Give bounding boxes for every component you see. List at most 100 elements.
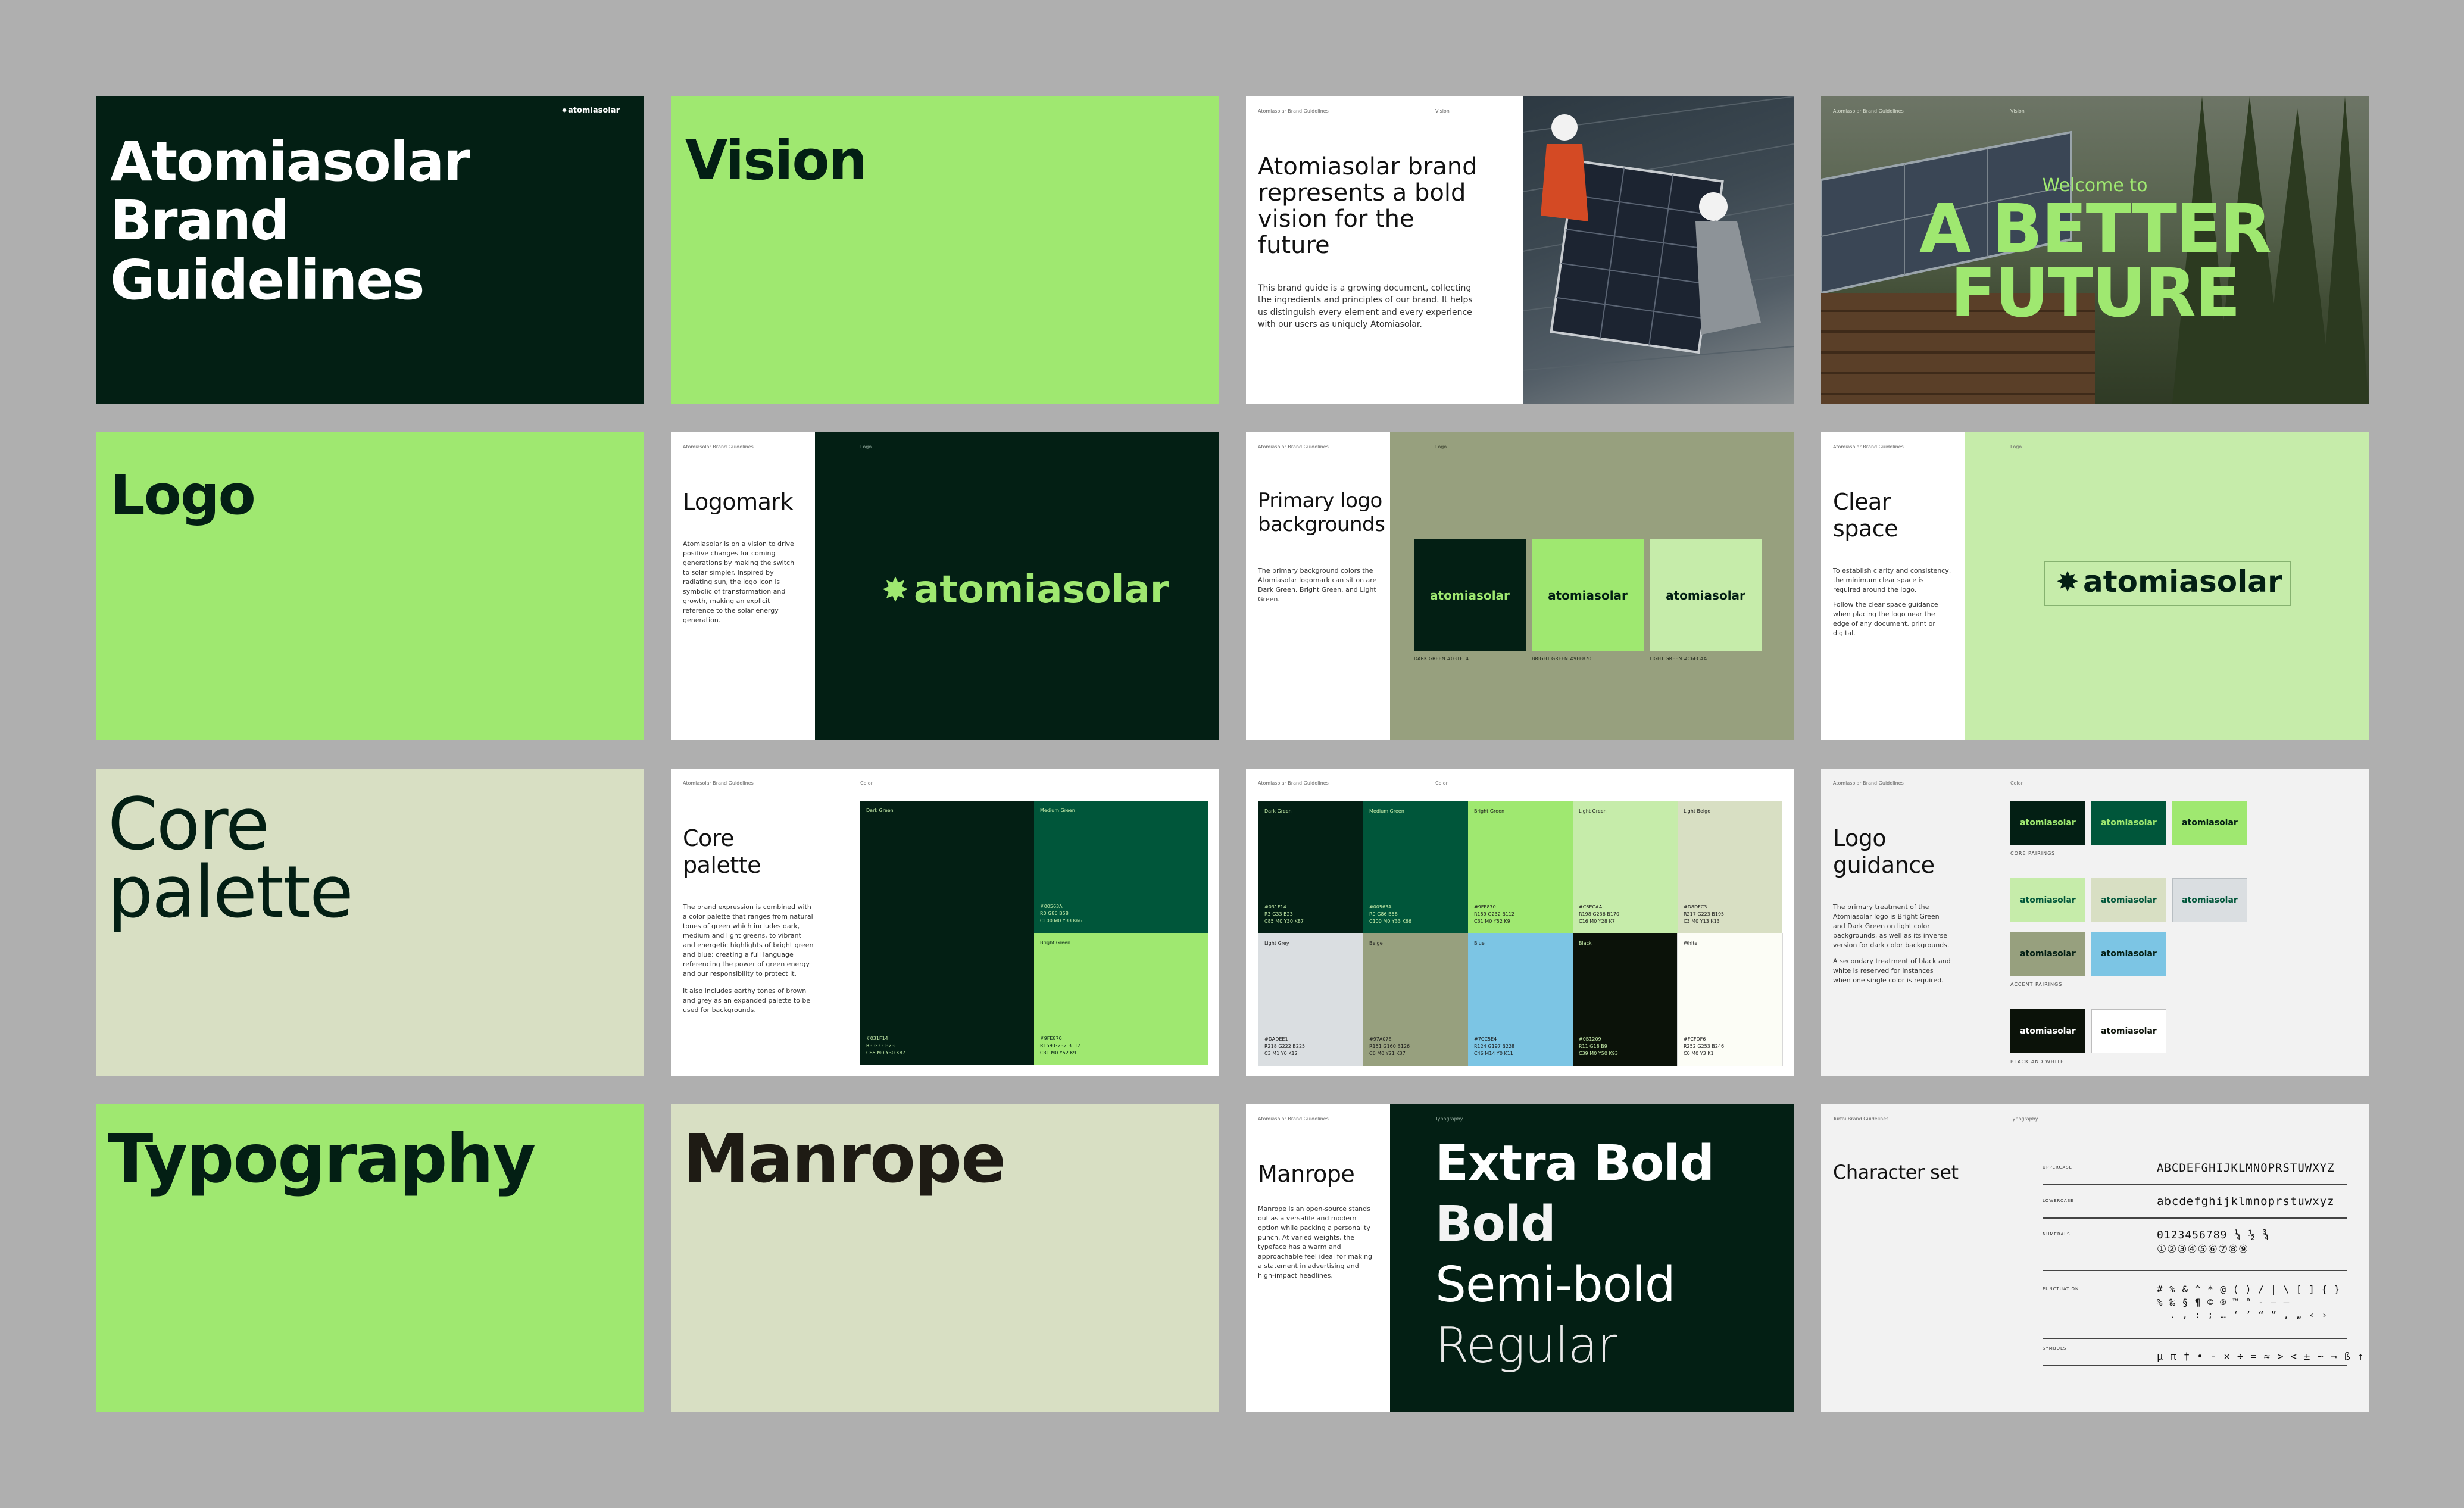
swatch-cmyk: C100 M0 Y33 K66 bbox=[1040, 918, 1082, 923]
cover-title: Atomiasolar Brand Guidelines bbox=[110, 130, 470, 312]
swatch-name: White bbox=[1684, 941, 1698, 946]
swatch-hex: #D8DFC3 bbox=[1684, 904, 1707, 910]
pill-text: atomiasolar bbox=[2182, 895, 2238, 905]
swatch-hex: #031F14 bbox=[866, 1036, 888, 1041]
cover-logo-text: atomiasolar bbox=[567, 106, 620, 115]
swatch-hex: #DADEE1 bbox=[1264, 1036, 1288, 1042]
swatch-name: Dark Green bbox=[1264, 808, 1292, 814]
clear-space-wordmark: atomiasolar bbox=[2083, 564, 2282, 599]
swatch-blue: Blue #7CC5E4 R124 G197 B228 C46 M14 Y0 K11 bbox=[1468, 933, 1573, 1066]
clear-space-heading: Clear space bbox=[1833, 489, 1898, 542]
charset-value: µ π † • - × ÷ = ≈ > < ± ~ ¬ ß ↑ → ↓ ← bbox=[2157, 1351, 2365, 1363]
slide-extended-palette[interactable]: Atomiasolar Brand Guidelines Color Dark … bbox=[1246, 769, 1794, 1076]
logo-guidance-body-2: A secondary treatment of black and white… bbox=[1833, 957, 1951, 984]
swatch-cmyk: C3 M1 Y0 K12 bbox=[1264, 1051, 1298, 1056]
palette-section-title: Core palette bbox=[108, 783, 354, 934]
swatch-name: Bright Green bbox=[1040, 940, 1071, 945]
card-logo-text: atomiasolar bbox=[1430, 588, 1510, 602]
swatch-name: Blue bbox=[1474, 941, 1485, 946]
swatch-cmyk: C31 M0 Y52 K9 bbox=[1040, 1050, 1076, 1056]
swatch-cmyk: C85 M0 Y30 K87 bbox=[1264, 919, 1304, 924]
slide-font-weights[interactable]: Atomiasolar Brand Guidelines Manrope Man… bbox=[1246, 1104, 1794, 1412]
font-heading: Manrope bbox=[1258, 1161, 1355, 1187]
swatch-name: Dark Green bbox=[866, 808, 894, 813]
logomark-wordmark: atomiasolar bbox=[914, 568, 1169, 612]
pill-text: atomiasolar bbox=[2101, 1026, 2157, 1036]
swatch-rgb: R124 G197 B228 bbox=[1474, 1044, 1515, 1049]
weight-regular: Regular bbox=[1435, 1317, 1617, 1374]
swatch-hex: #C6ECAA bbox=[1579, 904, 1603, 910]
slide-typography[interactable]: Typography bbox=[96, 1104, 644, 1412]
swatch-rgb: R0 G86 B58 bbox=[1040, 911, 1069, 916]
swatch-hex: #97A07E bbox=[1369, 1036, 1392, 1042]
slide-primary-logo-backgrounds[interactable]: Atomiasolar Brand Guidelines Primary log… bbox=[1246, 432, 1794, 740]
pairing-bright-on-dark: atomiasolar bbox=[2172, 801, 2247, 845]
swatch-bright-green: Bright Green #9FE870 R159 G232 B112 C31 M0… bbox=[1034, 933, 1208, 1065]
meta-right: Color bbox=[860, 780, 873, 786]
meta-left: Atomiasolar Brand Guidelines bbox=[1833, 108, 1904, 114]
swatch-light-beige: Light Beige #D8DFC3 R217 G223 B195 C3 M0 Y1… bbox=[1678, 801, 1782, 933]
pill-text: atomiasolar bbox=[2020, 1026, 2076, 1036]
slide-character-set[interactable]: Turtai Brand Guidelines Character set Ty… bbox=[1821, 1104, 2369, 1412]
sun-burst-icon: ✸ bbox=[2056, 566, 2079, 598]
core-palette-body-2: It also includes earthy tones of brown a… bbox=[683, 987, 811, 1014]
logo-card-bright: atomiasolar bbox=[1532, 539, 1644, 651]
extended-swatch-grid: Dark Green #031F14 R3 G33 B23 C85 M0 Y30 K8… bbox=[1258, 801, 1783, 1066]
swatch-rgb: R159 G232 B112 bbox=[1040, 1043, 1081, 1048]
slide-cover[interactable]: Atomiasolar Brand Guidelines ✸ atomiasol… bbox=[96, 96, 644, 404]
swatch-white: White #FCFDF6 R252 G253 B246 C0 M0 Y3 K1 bbox=[1677, 933, 1783, 1066]
card-label: DARK GREEN #031F14 bbox=[1414, 656, 1469, 661]
meta-left: Turtai Brand Guidelines bbox=[1833, 1116, 1889, 1122]
swatch-name: Light Beige bbox=[1684, 808, 1711, 814]
swatch-cmyk: C100 M0 Y33 K66 bbox=[1369, 919, 1411, 924]
swatch-beige: Beige #97A07E R151 G160 B126 C6 M0 Y21 K37 bbox=[1363, 933, 1468, 1066]
meta-left: Atomiasolar Brand Guidelines bbox=[1258, 1116, 1329, 1122]
vision-body: This brand guide is a growing document, … bbox=[1258, 283, 1473, 329]
vision-heading: Atomiasolar brand represents a bold visi… bbox=[1258, 153, 1478, 259]
swatch-rgb: R0 G86 B58 bbox=[1369, 911, 1398, 917]
slide-logo[interactable]: Logo bbox=[96, 432, 644, 740]
swatch-dark-green: Dark Green #031F14 R3 G33 B23 C85 M0 Y30 K… bbox=[860, 801, 1034, 1065]
charset-row-uppercase: UPPERCASE ABCDEFGHIJKLMNOPRSTUWXYZ bbox=[2043, 1162, 2347, 1185]
slide-logo-guidance[interactable]: Atomiasolar Brand Guidelines Logo guidan… bbox=[1821, 769, 2369, 1076]
card-logo-text: atomiasolar bbox=[1548, 588, 1628, 602]
slide-vision-statement[interactable]: Atomiasolar Brand Guidelines Vision Atom… bbox=[1246, 96, 1794, 404]
swatch-bright-green: Bright Green #9FE870 R159 G232 B112 C31 M0 … bbox=[1468, 801, 1573, 933]
swatch-cmyk: C16 M0 Y28 K7 bbox=[1579, 919, 1615, 924]
sun-burst-icon: ✸ bbox=[561, 107, 567, 114]
swatch-rgb: R252 G253 B246 bbox=[1684, 1044, 1725, 1049]
logo-card-light: atomiasolar bbox=[1650, 539, 1762, 651]
swatch-cmyk: C31 M0 Y52 K9 bbox=[1474, 919, 1510, 924]
meta-right: Typography bbox=[1435, 1116, 1463, 1122]
slide-logomark[interactable]: Atomiasolar Brand Guidelines Logomark At… bbox=[671, 432, 1219, 740]
slide-vision[interactable]: Vision bbox=[671, 96, 1219, 404]
meta-right: Logo bbox=[1435, 444, 1447, 449]
swatch-cmyk: C0 M0 Y3 K1 bbox=[1684, 1051, 1714, 1056]
core-palette-body-1: The brand expression is combined with a … bbox=[683, 903, 814, 978]
card-label: LIGHT GREEN #C6ECAA bbox=[1650, 656, 1707, 661]
slide-welcome[interactable]: Atomiasolar Brand Guidelines Vision Welc… bbox=[1821, 96, 2369, 404]
pairing-on-olive: atomiasolar bbox=[2010, 932, 2085, 976]
slide-clear-space[interactable]: Atomiasolar Brand Guidelines Clear space… bbox=[1821, 432, 2369, 740]
weight-extra-bold: Extra Bold bbox=[1435, 1135, 1715, 1192]
meta-left: Atomiasolar Brand Guidelines bbox=[683, 780, 754, 786]
font-body: Manrope is an open-source stands out as … bbox=[1258, 1205, 1373, 1279]
card-logo-text: atomiasolar bbox=[1666, 588, 1745, 602]
solar-installers-photo bbox=[1522, 96, 1794, 404]
swatch-name: Bright Green bbox=[1474, 808, 1505, 814]
meta-right: Vision bbox=[1435, 108, 1450, 114]
slide-core-palette-detail[interactable]: Atomiasolar Brand Guidelines Color Core … bbox=[671, 769, 1219, 1076]
swatch-cmyk: C85 M0 Y30 K87 bbox=[866, 1050, 905, 1056]
swatch-rgb: R151 G160 B126 bbox=[1369, 1044, 1410, 1049]
clear-space-body-2: Follow the clear space guidance when pla… bbox=[1833, 601, 1938, 637]
slide-core-palette[interactable]: Core palette bbox=[96, 769, 644, 1076]
charset-value: 0123456789 ¼ ½ ¾ ①②③④⑤⑥⑦⑧⑨ bbox=[2157, 1229, 2270, 1256]
weight-bold: Bold bbox=[1435, 1196, 1556, 1253]
pairing-dark-on-bright: atomiasolar bbox=[2010, 801, 2085, 845]
swatch-name: Light Green bbox=[1579, 808, 1607, 814]
meta-right: Vision bbox=[2010, 108, 2025, 114]
swatch-hex: #9FE870 bbox=[1040, 1036, 1062, 1041]
swatch-hex: #7CC5E4 bbox=[1474, 1036, 1497, 1042]
pairing-medium-on-bright: atomiasolar bbox=[2091, 801, 2166, 845]
slide-manrope[interactable]: Manrope bbox=[671, 1104, 1219, 1412]
